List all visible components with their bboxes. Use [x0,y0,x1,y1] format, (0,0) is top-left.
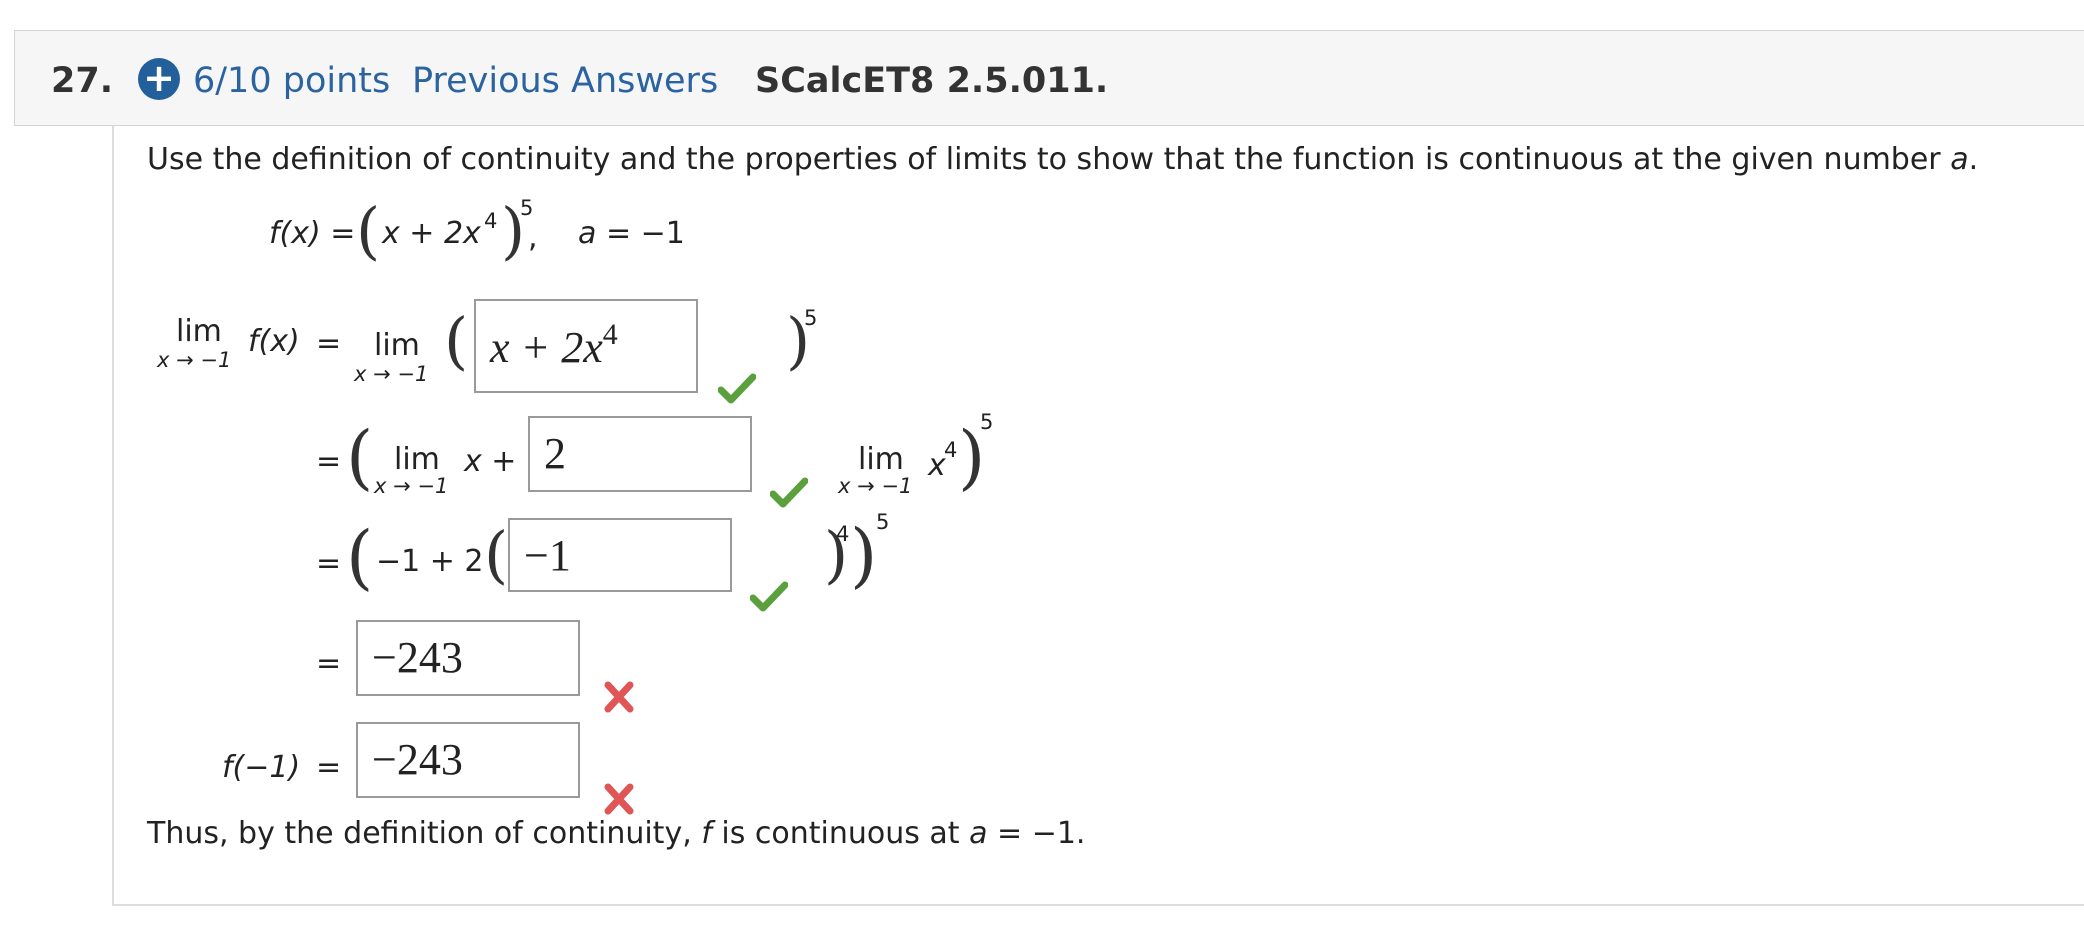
lim-subscript: x → −1 [157,348,232,372]
left-paren: ( [356,194,381,267]
answer-box-1[interactable]: x + 2x4 [474,299,698,393]
outer-exponent: 5 [520,196,534,220]
cross-icon [604,681,634,713]
constant-term: −1 + 2 [376,544,484,579]
left-paren: ( [346,416,374,498]
equals-sign: = [316,326,342,361]
check-icon [770,477,808,508]
equals-sign: = [316,646,342,681]
left-paren: ( [346,516,374,598]
x-exponent: 4 [944,438,958,462]
lim-subscript: x → −1 [374,474,449,498]
answer-box-3[interactable]: −1 [508,518,732,592]
answer-box-2[interactable]: 2 [528,416,752,492]
answer-box-4[interactable]: −243 [356,620,580,696]
outer-exponent: 5 [876,510,890,534]
question-panel: Use the definition of continuity and the… [112,126,2084,906]
outer-exponent: 5 [980,410,994,434]
right-paren: ) [850,514,878,596]
equals-sign: = [316,750,342,785]
problem-id: SCalcET8 2.5.011. [755,61,1109,101]
check-icon [750,581,788,612]
cross-icon [604,783,634,815]
question-number: 27. [51,61,114,101]
lim-label: lim [176,314,222,349]
outer-exponent: 5 [804,306,818,330]
inner-exponent: 4 [484,209,498,233]
points-score: 6/10 points [193,61,391,101]
lim-label: lim [858,442,904,477]
left-paren: ( [484,518,509,591]
lim-subscript: x → −1 [354,362,429,386]
a-variable: a [578,216,597,251]
inner-expression: x + 2x [382,216,481,251]
conclusion-text: Thus, by the definition of continuity, f… [147,816,1086,851]
instruction-text: Use the definition of continuity and the… [147,142,1979,177]
question-header: 27. + 6/10 points Previous Answers SCalc… [14,30,2084,126]
previous-answers-link[interactable]: Previous Answers [412,61,718,101]
fx-label: f(x) [248,324,300,359]
a-value: = −1 [606,216,685,251]
f-minus-1-label: f(−1) [222,750,301,785]
equals-sign: = [316,444,342,479]
check-icon [718,373,756,404]
comma: , [528,220,538,255]
plus-icon[interactable]: + [138,58,180,100]
f-lhs: f(x) = [269,216,356,251]
lim-subscript: x → −1 [838,474,913,498]
answer-box-5[interactable]: −243 [356,722,580,798]
x-plus: x + [464,444,517,479]
lim-label: lim [394,442,440,477]
lim-label: lim [374,328,420,363]
inner-exponent: 4 [836,522,850,546]
left-paren: ( [444,304,469,377]
equals-sign: = [316,546,342,581]
